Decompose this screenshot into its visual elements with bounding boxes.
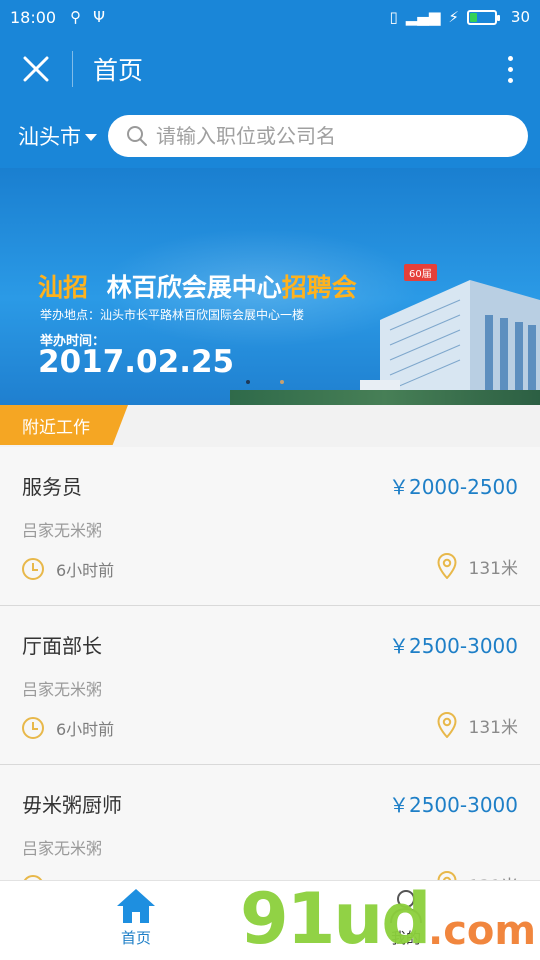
job-title: 厅面部长 xyxy=(22,634,102,658)
battery-percent: 30 xyxy=(510,8,530,26)
usb-icon: Ψ xyxy=(93,8,105,26)
banner-address: 举办地点：汕头市长平路林百欣国际会展中心一楼 xyxy=(40,308,305,322)
job-distance-text: 131米 xyxy=(468,558,518,579)
promo-banner[interactable]: 汕招 林百欣会展中心招聘会 60届 举办地点：汕头市长平路林百欣国际会展中心一楼… xyxy=(0,168,540,405)
caret-down-icon xyxy=(85,133,97,141)
job-card[interactable]: 厅面部长 ￥2500-3000 吕家无米粥 6小时前 131米 xyxy=(0,606,540,765)
close-icon xyxy=(23,56,49,82)
job-card[interactable]: 服务员 ￥2000-2500 吕家无米粥 6小时前 131米 xyxy=(0,447,540,606)
search-row: 汕头市 xyxy=(0,104,540,168)
job-posted-text: 6小时前 xyxy=(56,720,115,739)
battery-icon xyxy=(466,9,500,25)
home-icon xyxy=(117,889,155,923)
job-posted-text: 6小时前 xyxy=(56,561,115,580)
tab-mine[interactable]: 我的 xyxy=(370,887,442,957)
banner-headline: 汕招 林百欣会展中心招聘会 xyxy=(38,268,357,304)
tab-home-label: 首页 xyxy=(120,929,151,947)
vibrate-icon: ▯ xyxy=(389,8,398,26)
job-company: 吕家无米粥 xyxy=(22,839,103,858)
status-bar: 18:00 ⚲ Ψ ▯ ▂▄▆ ⚡ 30 xyxy=(0,0,540,34)
banner-pagination xyxy=(246,380,284,384)
pagination-dot xyxy=(280,380,284,384)
more-vertical-icon xyxy=(507,55,513,61)
banner-title-accent: 招聘会 xyxy=(281,273,357,302)
job-salary: ￥2500-3000 xyxy=(388,793,518,817)
nearby-section-header: 附近工作 xyxy=(0,405,540,447)
job-salary: ￥2000-2500 xyxy=(388,475,518,499)
clock-icon xyxy=(22,558,44,580)
status-left-icons: ⚲ Ψ xyxy=(70,8,105,26)
job-company: 吕家无米粥 xyxy=(22,680,103,699)
job-title: 毋米粥厨师 xyxy=(22,793,122,817)
title-divider xyxy=(72,51,73,87)
job-list: 服务员 ￥2000-2500 吕家无米粥 6小时前 131米 厅面部长 ￥250… xyxy=(0,447,540,924)
page-title: 首页 xyxy=(93,56,144,85)
job-distance-text: 131米 xyxy=(468,717,518,738)
pagination-dot-active xyxy=(246,380,250,384)
job-company: 吕家无米粥 xyxy=(22,521,103,540)
bottom-tab-bar: 首页 我的 xyxy=(0,880,540,960)
search-input[interactable] xyxy=(156,124,516,148)
job-title: 服务员 xyxy=(22,475,82,499)
nearby-jobs-tag: 附近工作 xyxy=(0,405,128,445)
tab-home[interactable]: 首页 xyxy=(100,887,172,957)
title-bar: 首页 xyxy=(0,34,540,104)
share-icon: ⚲ xyxy=(70,8,82,26)
status-time: 18:00 xyxy=(10,7,57,27)
location-pin-icon xyxy=(437,553,457,579)
status-right-icons: ▯ ▂▄▆ ⚡ 30 xyxy=(389,8,530,26)
job-posted: 6小时前 xyxy=(22,557,114,581)
banner-date: 2017.02.25 xyxy=(38,344,235,380)
search-box[interactable] xyxy=(108,115,528,157)
tab-mine-label: 我的 xyxy=(390,929,421,947)
job-distance: 131米 xyxy=(437,553,518,579)
banner-brand: 汕招 xyxy=(38,273,89,302)
search-icon xyxy=(127,126,147,146)
signal-icon: ▂▄▆ xyxy=(405,8,441,26)
clock-icon xyxy=(22,717,44,739)
job-distance: 131米 xyxy=(437,712,518,738)
location-pin-icon xyxy=(437,712,457,738)
banner-title-main: 林百欣会展中心 xyxy=(106,273,282,302)
city-selector[interactable]: 汕头市 xyxy=(0,121,108,151)
close-button[interactable] xyxy=(0,34,72,104)
more-menu-button[interactable] xyxy=(480,34,540,104)
exhibition-building-image xyxy=(360,280,540,405)
job-salary: ￥2500-3000 xyxy=(388,634,518,658)
city-label: 汕头市 xyxy=(18,125,81,149)
charging-icon: ⚡ xyxy=(448,8,459,26)
job-posted: 6小时前 xyxy=(22,716,114,740)
user-icon xyxy=(390,890,422,924)
